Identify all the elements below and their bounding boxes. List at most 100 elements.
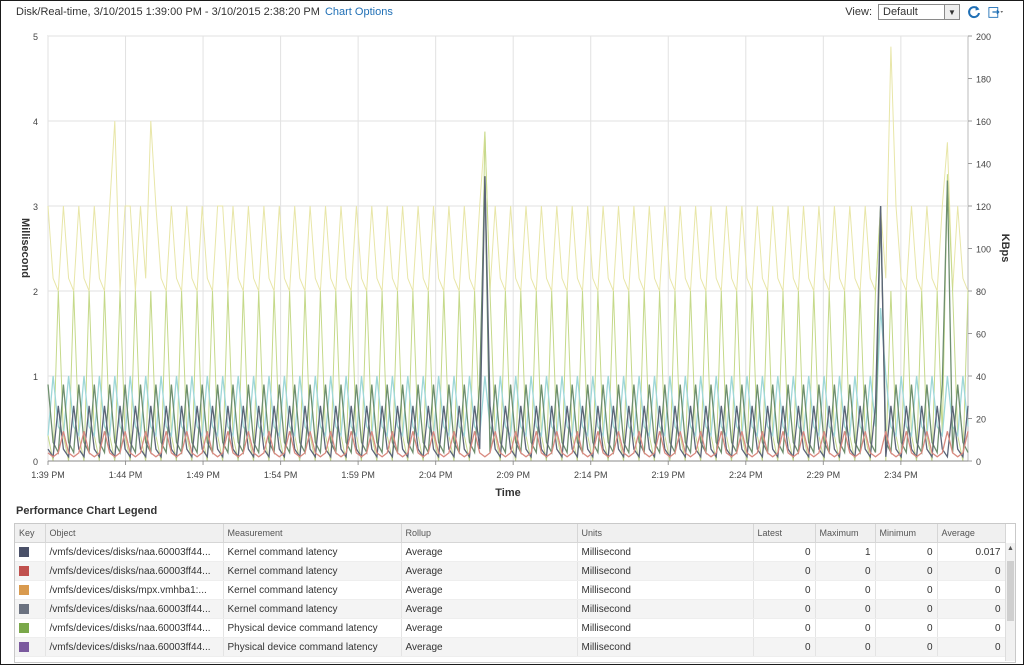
x-tick: 1:49 PM <box>186 470 220 480</box>
scroll-up-icon[interactable]: ▲ <box>1007 545 1014 552</box>
performance-chart: 0 1 2 3 4 5 0 20 40 60 80 100 120 140 160 180 200 1:39 PM… <box>19 32 1011 499</box>
x-tick: 2:09 PM <box>496 470 530 480</box>
legend-row[interactable]: /vmfs/devices/disks/naa.60003ff44... Kern… <box>15 561 1006 581</box>
y-right-tick: 0 <box>976 457 981 467</box>
legend-column-header[interactable]: Units <box>577 524 754 543</box>
legend-cell-object: /vmfs/devices/disks/mpx.vmhba1:... <box>45 580 224 600</box>
y-right-tick: 180 <box>976 75 991 85</box>
legend-key <box>15 561 46 581</box>
y-right-tick: 140 <box>976 160 991 170</box>
legend-column-header[interactable]: Average <box>937 524 1006 543</box>
legend-cell-rollup: Average <box>401 580 578 600</box>
y-right-tick: 60 <box>976 330 986 340</box>
x-tick: 2:34 PM <box>884 470 918 480</box>
legend-key <box>15 580 46 600</box>
legend-cell-units: Millisecond <box>577 599 754 619</box>
x-tick: 2:24 PM <box>729 470 763 480</box>
legend-column-header[interactable]: Maximum <box>815 524 876 543</box>
legend-cell-measurement: Kernel command latency <box>223 580 402 600</box>
legend-table-container: Key Object Measurement Rollup Units Latest Max… <box>14 523 1016 663</box>
x-tick: 1:39 PM <box>31 470 65 480</box>
legend-cell-average: 0.017 <box>937 542 1006 562</box>
legend-cell-measurement: Physical device command latency <box>223 637 402 657</box>
legend-cell-measurement: Kernel command latency <box>223 542 402 562</box>
color-swatch <box>19 622 29 633</box>
y-right-tick: 80 <box>976 287 986 297</box>
legend-cell-average: 0 <box>937 580 1006 600</box>
y-right-tick: 20 <box>976 415 986 425</box>
y-axis-right-label: KBps <box>999 234 1011 263</box>
y-left-tick: 1 <box>33 372 38 382</box>
legend-column-header[interactable]: Key <box>15 524 46 543</box>
legend-cell-units: Millisecond <box>577 561 754 581</box>
legend-cell-maximum: 0 <box>815 599 876 619</box>
legend-cell-latest: 0 <box>753 637 816 657</box>
legend-row[interactable]: /vmfs/devices/disks/naa.60003ff44... Kern… <box>15 542 1006 562</box>
legend-cell-maximum: 0 <box>815 618 876 638</box>
scroll-thumb[interactable] <box>1007 561 1014 621</box>
series-line-0 <box>47 46 969 292</box>
legend-cell-object: /vmfs/devices/disks/naa.60003ff44... <box>45 637 224 657</box>
legend-title: Performance Chart Legend <box>16 505 158 517</box>
legend-row[interactable]: /vmfs/devices/disks/naa.60003ff44... Phys… <box>15 637 1006 657</box>
legend-cell-units: Millisecond <box>577 542 754 562</box>
legend-row[interactable]: /vmfs/devices/disks/naa.60003ff44... Phys… <box>15 618 1006 638</box>
x-tick: 1:44 PM <box>109 470 143 480</box>
legend-column-header[interactable]: Minimum <box>875 524 938 543</box>
legend-key <box>15 599 46 619</box>
legend-key <box>15 542 46 562</box>
legend-cell-maximum: 0 <box>815 580 876 600</box>
x-tick: 2:14 PM <box>574 470 608 480</box>
color-swatch <box>19 565 29 576</box>
legend-cell-maximum: 0 <box>815 561 876 581</box>
legend-cell-latest: 0 <box>753 542 816 562</box>
legend-cell-average: 0 <box>937 561 1006 581</box>
legend-cell-object: /vmfs/devices/disks/naa.60003ff44... <box>45 618 224 638</box>
y-left-tick: 4 <box>33 117 38 127</box>
legend-cell-average: 0 <box>937 618 1006 638</box>
legend-cell-measurement: Physical device command latency <box>223 618 402 638</box>
y-left-tick: 5 <box>33 32 38 42</box>
y-right-tick: 100 <box>976 245 991 255</box>
legend-cell-minimum: 0 <box>875 542 938 562</box>
legend-key <box>15 637 46 657</box>
legend-row[interactable]: /vmfs/devices/disks/mpx.vmhba1:... Kernel… <box>15 580 1006 600</box>
legend-cell-rollup: Average <box>401 618 578 638</box>
color-swatch <box>19 603 29 614</box>
legend-scrollbar[interactable]: ▲ <box>1005 543 1015 661</box>
legend-cell-latest: 0 <box>753 580 816 600</box>
legend-cell-average: 0 <box>937 599 1006 619</box>
legend-row[interactable]: /vmfs/devices/disks/naa.60003ff44... Kern… <box>15 599 1006 619</box>
x-axis-label: Time <box>495 487 520 499</box>
x-tick: 1:54 PM <box>264 470 298 480</box>
legend-column-header[interactable]: Rollup <box>401 524 578 543</box>
y-left-tick: 2 <box>33 287 38 297</box>
legend-cell-measurement: Kernel command latency <box>223 599 402 619</box>
legend-cell-object: /vmfs/devices/disks/naa.60003ff44... <box>45 561 224 581</box>
legend-column-header[interactable]: Object <box>45 524 224 543</box>
legend-column-header[interactable]: Latest <box>753 524 816 543</box>
chart-series <box>47 46 969 462</box>
x-tick: 2:04 PM <box>419 470 453 480</box>
y-right-tick: 40 <box>976 372 986 382</box>
legend-cell-minimum: 0 <box>875 561 938 581</box>
legend-cell-maximum: 1 <box>815 542 876 562</box>
legend-cell-average: 0 <box>937 637 1006 657</box>
legend-cell-units: Millisecond <box>577 618 754 638</box>
y-axis-left-label: Millisecond <box>19 218 31 278</box>
legend-table: Key Object Measurement Rollup Units Latest Max… <box>15 524 1006 657</box>
legend-cell-latest: 0 <box>753 599 816 619</box>
legend-cell-rollup: Average <box>401 561 578 581</box>
y-right-tick: 160 <box>976 117 991 127</box>
legend-cell-rollup: Average <box>401 599 578 619</box>
legend-cell-minimum: 0 <box>875 637 938 657</box>
legend-cell-units: Millisecond <box>577 637 754 657</box>
legend-cell-minimum: 0 <box>875 580 938 600</box>
legend-cell-minimum: 0 <box>875 618 938 638</box>
y-left-tick: 0 <box>33 457 38 467</box>
y-right-tick: 120 <box>976 202 991 212</box>
legend-cell-rollup: Average <box>401 542 578 562</box>
legend-cell-measurement: Kernel command latency <box>223 561 402 581</box>
x-tick: 2:29 PM <box>807 470 841 480</box>
legend-column-header[interactable]: Measurement <box>223 524 402 543</box>
